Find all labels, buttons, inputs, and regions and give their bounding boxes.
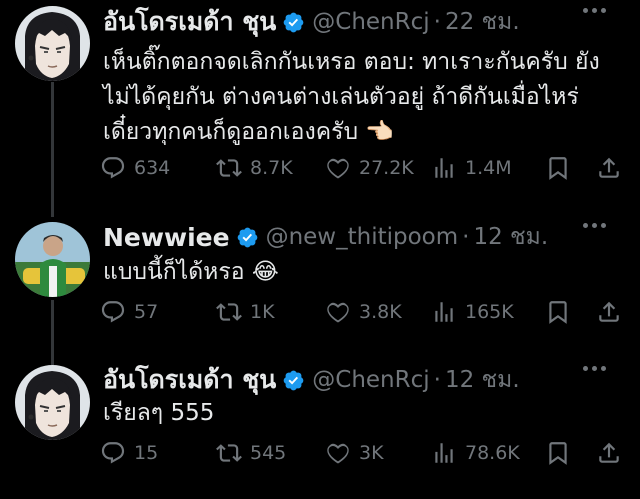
display-name[interactable]: อันโดรเมด้า ชุน bbox=[103, 360, 276, 400]
retweet-count: 8.7K bbox=[250, 157, 293, 179]
action-bar: 634 8.7K 27.2K 1.4M bbox=[100, 151, 640, 185]
like-count: 3K bbox=[359, 442, 384, 464]
bookmark-icon bbox=[549, 157, 567, 180]
avatar[interactable] bbox=[15, 222, 90, 297]
avatar-image bbox=[15, 365, 90, 440]
avatar-image bbox=[15, 222, 90, 297]
tweet-text-line: ไม่ได้คุยกัน ต่างคนต่างเล่นตัวอยู่ ถ้าดี… bbox=[103, 84, 579, 110]
share-icon bbox=[599, 157, 619, 178]
bookmark-button[interactable] bbox=[543, 436, 573, 470]
reply-button[interactable]: 634 bbox=[100, 151, 170, 185]
views-button[interactable]: 165K bbox=[431, 295, 514, 329]
separator-dot: · bbox=[433, 9, 441, 35]
bookmark-icon bbox=[549, 442, 567, 465]
timestamp[interactable]: 22 ชม. bbox=[445, 4, 520, 40]
bookmark-button[interactable] bbox=[543, 295, 573, 329]
reply-count: 57 bbox=[134, 301, 159, 323]
reply-button[interactable]: 57 bbox=[100, 295, 158, 329]
verified-badge-icon bbox=[283, 12, 304, 32]
action-bar: 57 1K 3.8K 165K bbox=[100, 295, 640, 329]
like-icon bbox=[327, 158, 349, 179]
timestamp[interactable]: 12 ชม. bbox=[445, 362, 520, 398]
tweet-header: Newwiee @new_thitipoom · 12 ชม. bbox=[103, 217, 610, 257]
tweet-text-line: เรียลๆ 555 bbox=[103, 400, 215, 426]
bookmark-icon bbox=[549, 301, 567, 324]
tweet[interactable]: อันโดรเมด้า ชุน @ChenRcj · 22 ชม. เห็นติ… bbox=[0, 0, 640, 215]
display-name[interactable]: อันโดรเมด้า ชุน bbox=[103, 2, 276, 42]
tweet-text: เห็นติ๊กตอกจดเลิกกันเหรอ ตอบ: ทาเราะกันค… bbox=[103, 45, 620, 150]
view-count: 78.6K bbox=[465, 442, 520, 464]
avatar-image bbox=[15, 6, 90, 81]
tweet-text: เรียลๆ 555 bbox=[103, 396, 620, 431]
tweet-text-line: แบบนี้ก็ได้หรอ 😂 bbox=[103, 259, 279, 285]
reply-count: 15 bbox=[134, 442, 159, 464]
tweet-text: แบบนี้ก็ได้หรอ 😂 bbox=[103, 255, 620, 290]
tweet-text-line: เห็นติ๊กตอกจดเลิกกันเหรอ ตอบ: ทาเราะกันค… bbox=[103, 49, 600, 75]
views-icon bbox=[435, 302, 453, 322]
like-icon bbox=[327, 302, 349, 323]
user-handle[interactable]: @ChenRcj bbox=[312, 367, 429, 393]
share-button[interactable] bbox=[594, 295, 624, 329]
reply-icon bbox=[101, 301, 125, 323]
reply-icon bbox=[101, 157, 125, 179]
verified-badge-icon bbox=[237, 227, 257, 247]
retweet-button[interactable]: 545 bbox=[216, 436, 286, 470]
verified-badge-icon bbox=[283, 370, 304, 390]
avatar[interactable] bbox=[15, 6, 90, 81]
like-button[interactable]: 3K bbox=[325, 436, 384, 470]
retweet-count: 1K bbox=[250, 301, 275, 323]
tweet-header: อันโดรเมด้า ชุน @ChenRcj · 12 ชม. bbox=[103, 360, 610, 400]
share-icon bbox=[599, 301, 619, 322]
views-icon bbox=[435, 443, 453, 463]
share-button[interactable] bbox=[594, 151, 624, 185]
retweet-count: 545 bbox=[250, 442, 287, 464]
separator-dot: · bbox=[433, 367, 441, 393]
like-count: 3.8K bbox=[359, 301, 402, 323]
like-icon bbox=[327, 443, 349, 464]
view-count: 1.4M bbox=[465, 157, 512, 179]
timestamp[interactable]: 12 ชม. bbox=[473, 219, 548, 255]
tweet-text-line: เดี๋ยวทุกคนก็ดูออกเองครับ 👈🏻 bbox=[103, 119, 394, 145]
more-icon[interactable] bbox=[583, 366, 606, 371]
like-count: 27.2K bbox=[359, 157, 414, 179]
avatar[interactable] bbox=[15, 365, 90, 440]
separator-dot: · bbox=[462, 224, 470, 250]
share-button[interactable] bbox=[594, 436, 624, 470]
retweet-icon bbox=[216, 444, 242, 462]
action-bar: 15 545 3K 78.6K bbox=[100, 436, 640, 470]
tweet[interactable]: อันโดรเมด้า ชุน @ChenRcj · 12 ชม. เรียลๆ… bbox=[0, 358, 640, 499]
reply-count: 634 bbox=[134, 157, 171, 179]
views-icon bbox=[435, 158, 453, 178]
bookmark-button[interactable] bbox=[543, 151, 573, 185]
user-handle[interactable]: @ChenRcj bbox=[312, 9, 429, 35]
retweet-button[interactable]: 1K bbox=[216, 295, 275, 329]
share-icon bbox=[599, 442, 619, 463]
tweet[interactable]: Newwiee @new_thitipoom · 12 ชม. แบบนี้ก็… bbox=[0, 215, 640, 345]
like-button[interactable]: 27.2K bbox=[325, 151, 414, 185]
more-icon[interactable] bbox=[583, 8, 606, 13]
retweet-icon bbox=[216, 303, 242, 321]
retweet-icon bbox=[216, 159, 242, 177]
reply-button[interactable]: 15 bbox=[100, 436, 158, 470]
retweet-button[interactable]: 8.7K bbox=[216, 151, 293, 185]
like-button[interactable]: 3.8K bbox=[325, 295, 402, 329]
user-handle[interactable]: @new_thitipoom bbox=[266, 224, 459, 250]
more-icon[interactable] bbox=[583, 223, 606, 228]
views-button[interactable]: 1.4M bbox=[431, 151, 512, 185]
display-name[interactable]: Newwiee bbox=[103, 223, 230, 252]
tweet-header: อันโดรเมด้า ชุน @ChenRcj · 22 ชม. bbox=[103, 2, 610, 42]
view-count: 165K bbox=[465, 301, 514, 323]
reply-icon bbox=[101, 442, 125, 464]
views-button[interactable]: 78.6K bbox=[431, 436, 520, 470]
